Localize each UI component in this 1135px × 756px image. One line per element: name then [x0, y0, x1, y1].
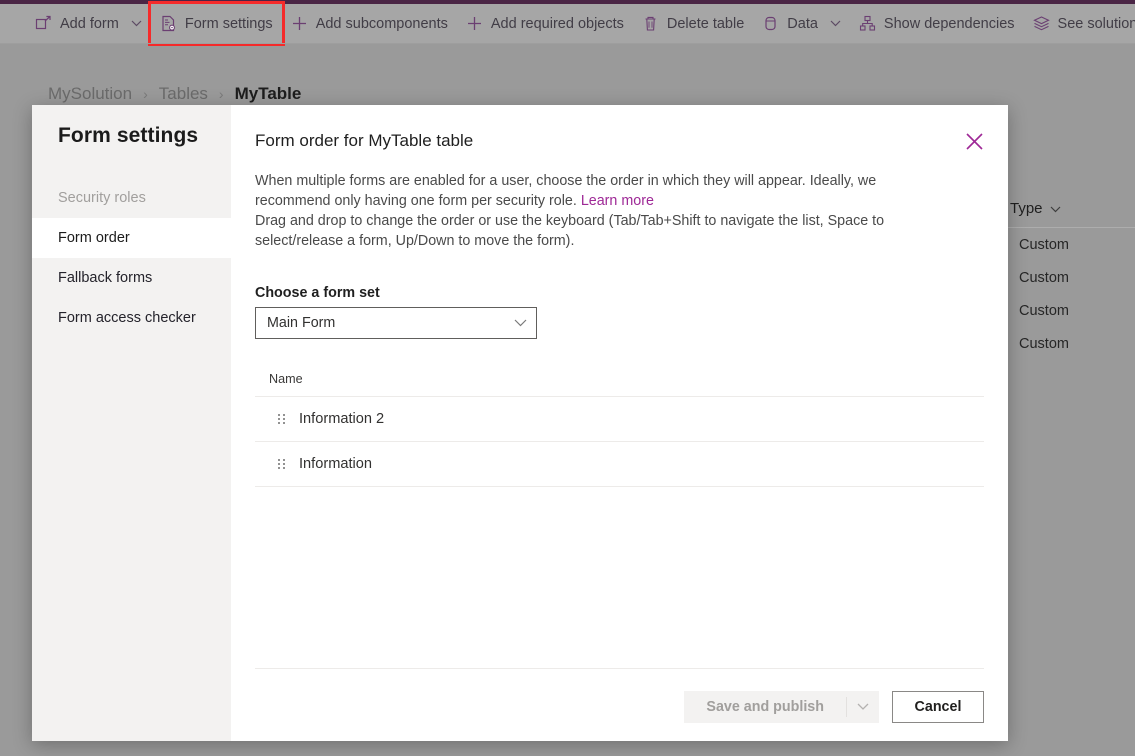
drag-handle-icon[interactable] — [278, 459, 285, 469]
command-show-dependencies[interactable]: Show dependencies — [850, 4, 1024, 43]
breadcrumb-item-mytable: MyTable — [234, 84, 302, 103]
command-label: Delete table — [666, 15, 745, 32]
form-set-label: Choose a form set — [255, 285, 380, 301]
add-form-icon — [35, 15, 52, 32]
breadcrumb: MySolution › Tables › MyTable — [48, 84, 301, 104]
sidebar-item-form-order[interactable]: Form order — [32, 218, 231, 258]
command-data[interactable]: Data — [753, 4, 850, 43]
sidebar-item-label: Security roles — [58, 190, 146, 206]
app-background: Add form Form settings Add subcomponents… — [0, 0, 1135, 756]
command-label: Add form — [60, 15, 119, 32]
plus-icon — [291, 15, 308, 32]
table-row: Custom — [1019, 269, 1069, 286]
dependencies-icon — [859, 15, 876, 32]
breadcrumb-separator: › — [218, 86, 224, 102]
dialog-sidebar-list: Security roles Form order Fallback forms… — [32, 178, 231, 338]
command-label: Data — [787, 15, 818, 32]
sidebar-item-fallback-forms[interactable]: Fallback forms — [32, 258, 231, 298]
table-row: Custom — [1019, 335, 1069, 352]
command-delete-table[interactable]: Delete table — [633, 4, 753, 43]
column-header-label: Type — [1010, 200, 1043, 217]
table-row: Custom — [1019, 302, 1069, 319]
dialog-description: When multiple forms are enabled for a us… — [231, 171, 961, 251]
sidebar-item-security-roles: Security roles — [32, 178, 231, 218]
sidebar-item-label: Fallback forms — [58, 270, 153, 286]
cancel-button[interactable]: Cancel — [892, 691, 984, 723]
list-item[interactable]: Information 2 — [255, 397, 984, 442]
breadcrumb-item-tables[interactable]: Tables — [159, 84, 208, 104]
sidebar-item-label: Form order — [58, 230, 130, 246]
description-line-2: Drag and drop to change the order or use… — [255, 213, 885, 249]
list-item[interactable]: Information — [255, 442, 984, 487]
dialog-header: Form order for MyTable table — [231, 105, 1008, 151]
command-add-subcomponents[interactable]: Add subcomponents — [282, 4, 457, 43]
chevron-down-icon[interactable] — [1050, 200, 1061, 217]
command-label: Add subcomponents — [315, 15, 448, 32]
chevron-down-icon[interactable] — [131, 20, 142, 27]
database-icon — [762, 15, 779, 32]
form-settings-dialog: Form settings Security roles Form order … — [32, 105, 1008, 741]
footer-actions: Save and publish Cancel — [255, 691, 984, 723]
form-set-selected-value: Main Form — [267, 315, 336, 331]
form-set-field: Choose a form set Main Form — [231, 285, 1008, 339]
drag-handle-icon[interactable] — [278, 414, 285, 424]
save-and-publish-menu-button[interactable] — [847, 691, 879, 723]
form-set-dropdown[interactable]: Main Form — [255, 307, 537, 339]
dialog-footer: Save and publish Cancel — [231, 668, 1008, 741]
breadcrumb-item-mysolution[interactable]: MySolution — [48, 84, 132, 104]
command-add-form[interactable]: Add form — [26, 4, 151, 43]
background-table: Type Custom Custom Custom Custom — [1000, 190, 1135, 360]
sidebar-item-form-access-checker[interactable]: Form access checker — [32, 298, 231, 338]
learn-more-link[interactable]: Learn more — [581, 193, 654, 209]
plus-icon — [466, 15, 483, 32]
dialog-sidebar-title: Form settings — [58, 124, 199, 147]
trash-icon — [642, 15, 659, 32]
command-label: Form settings — [184, 15, 273, 32]
command-label: Show dependencies — [883, 15, 1015, 32]
command-form-settings[interactable]: Form settings — [147, 1, 285, 46]
form-settings-icon — [160, 15, 177, 32]
table-row: Custom — [1019, 236, 1069, 253]
save-and-publish-button: Save and publish — [706, 699, 824, 715]
form-order-list: Name Information 2 Information — [231, 361, 1008, 487]
list-column-header-label: Name — [269, 371, 303, 386]
close-icon — [965, 132, 984, 154]
footer-divider — [255, 668, 984, 669]
command-see-solution-layers[interactable]: See solution layers — [1024, 4, 1135, 43]
layers-icon — [1032, 15, 1050, 32]
dialog-content: Form order for MyTable table When multip… — [231, 105, 1008, 741]
description-line-1: When multiple forms are enabled for a us… — [255, 173, 877, 209]
command-label: See solution layers — [1057, 15, 1135, 32]
list-column-header-name: Name — [255, 361, 984, 397]
list-item-label: Information 2 — [299, 411, 385, 427]
breadcrumb-separator: › — [143, 86, 148, 102]
command-bar-divider — [0, 43, 1135, 44]
close-button[interactable] — [958, 127, 990, 159]
chevron-down-icon[interactable] — [830, 20, 841, 27]
chevron-down-icon — [514, 315, 527, 331]
save-and-publish-split-button[interactable]: Save and publish — [684, 691, 879, 723]
command-bar: Add form Form settings Add subcomponents… — [0, 1, 1135, 46]
dialog-sidebar: Form settings Security roles Form order … — [32, 105, 231, 741]
command-add-required-objects[interactable]: Add required objects — [457, 4, 633, 43]
dialog-title: Form order for MyTable table — [255, 131, 474, 150]
list-item-label: Information — [299, 456, 373, 472]
command-label: Add required objects — [490, 15, 624, 32]
column-header-type[interactable]: Type — [1000, 190, 1135, 228]
sidebar-item-label: Form access checker — [58, 310, 196, 326]
